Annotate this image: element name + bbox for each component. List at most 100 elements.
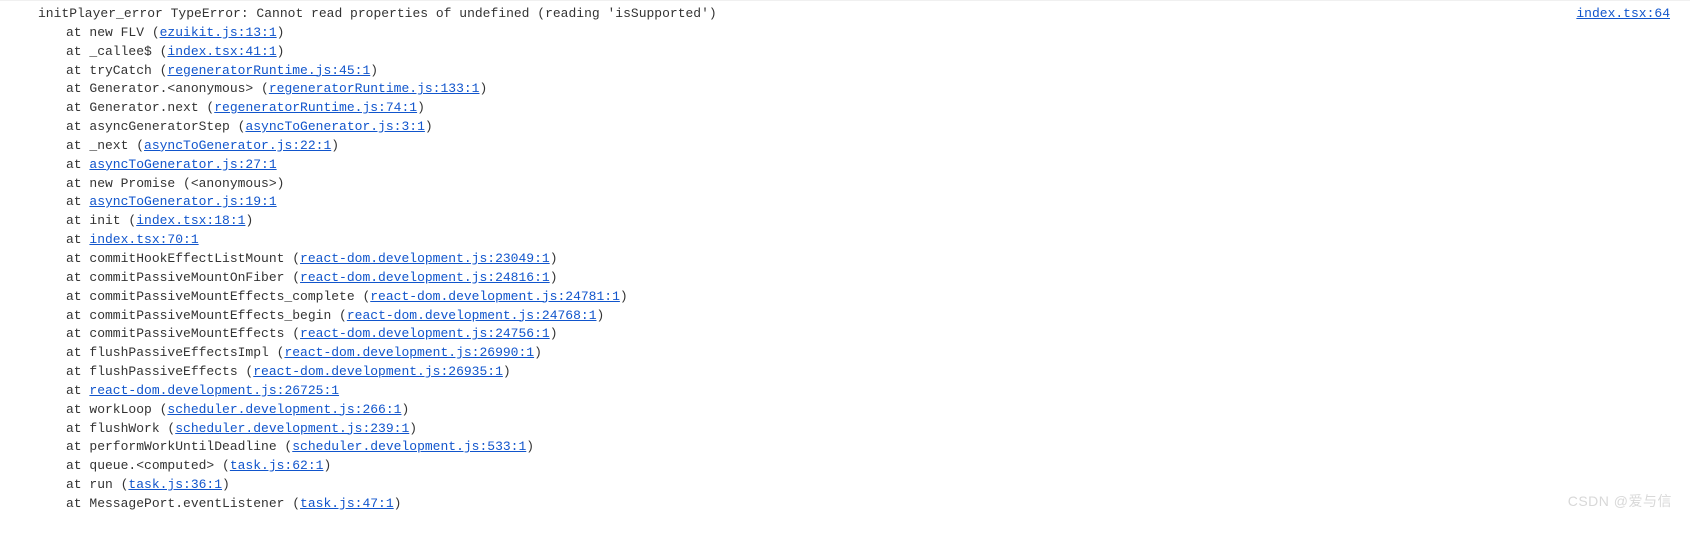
stack-frame-prefix: at flushPassiveEffects ( xyxy=(66,364,253,379)
stack-frame-prefix: at Generator.next ( xyxy=(66,100,214,115)
stack-frame-prefix: at flushWork ( xyxy=(66,421,175,436)
stack-frame-link[interactable]: asyncToGenerator.js:27:1 xyxy=(89,157,276,172)
stack-frame-suffix: ) xyxy=(277,44,285,59)
stack-frame-link[interactable]: react-dom.development.js:24781:1 xyxy=(370,289,620,304)
stack-frame-suffix: ) xyxy=(479,81,487,96)
stack-frame-suffix: ) xyxy=(425,119,433,134)
stack-frame-prefix: at xyxy=(66,194,89,209)
stack-frame-link[interactable]: regeneratorRuntime.js:74:1 xyxy=(214,100,417,115)
stack-frame-prefix: at _callee$ ( xyxy=(66,44,167,59)
stack-frame-link[interactable]: index.tsx:18:1 xyxy=(136,213,245,228)
stack-frame: at flushPassiveEffectsImpl (react-dom.de… xyxy=(10,344,1690,363)
stack-frame-link[interactable]: task.js:36:1 xyxy=(128,477,222,492)
error-header-row: initPlayer_error TypeError: Cannot read … xyxy=(10,5,1690,24)
stack-frame: at index.tsx:70:1 xyxy=(10,231,1690,250)
stack-frame: at queue.<computed> (task.js:62:1) xyxy=(10,457,1690,476)
stack-frame-link[interactable]: react-dom.development.js:26935:1 xyxy=(253,364,503,379)
stack-frame-prefix: at queue.<computed> ( xyxy=(66,458,230,473)
stack-frame: at workLoop (scheduler.development.js:26… xyxy=(10,401,1690,420)
stack-frame-link[interactable]: asyncToGenerator.js:19:1 xyxy=(89,194,276,209)
stack-frame-link[interactable]: react-dom.development.js:24768:1 xyxy=(347,308,597,323)
stack-frame-prefix: at xyxy=(66,383,89,398)
stack-frame: at init (index.tsx:18:1) xyxy=(10,212,1690,231)
stack-frame-link[interactable]: regeneratorRuntime.js:133:1 xyxy=(269,81,480,96)
stack-frame-prefix: at commitPassiveMountEffects ( xyxy=(66,326,300,341)
stack-frame-suffix: ) xyxy=(323,458,331,473)
stack-frame-link[interactable]: scheduler.development.js:533:1 xyxy=(292,439,526,454)
stack-frame-suffix: ) xyxy=(417,100,425,115)
stack-frame-link[interactable]: react-dom.development.js:26725:1 xyxy=(89,383,339,398)
stack-frame-link[interactable]: react-dom.development.js:23049:1 xyxy=(300,251,550,266)
stack-frame-link[interactable]: regeneratorRuntime.js:45:1 xyxy=(167,63,370,78)
stack-frame-suffix: ) xyxy=(550,270,558,285)
stack-frame: at new Promise (<anonymous>) xyxy=(10,175,1690,194)
stack-frame: at new FLV (ezuikit.js:13:1) xyxy=(10,24,1690,43)
stack-frame-prefix: at commitPassiveMountOnFiber ( xyxy=(66,270,300,285)
stack-frame-prefix: at new FLV ( xyxy=(66,25,160,40)
stack-frame-prefix: at Generator.<anonymous> ( xyxy=(66,81,269,96)
stack-frame: at _callee$ (index.tsx:41:1) xyxy=(10,43,1690,62)
stack-frame-link[interactable]: task.js:47:1 xyxy=(300,496,394,511)
stack-frame-suffix: ) xyxy=(550,251,558,266)
stack-frame-suffix: ) xyxy=(394,496,402,511)
stack-frame: at asyncToGenerator.js:19:1 xyxy=(10,193,1690,212)
stack-frame-suffix: ) xyxy=(370,63,378,78)
stack-frame-link[interactable]: index.tsx:41:1 xyxy=(167,44,276,59)
stack-frame-prefix: at flushPassiveEffectsImpl ( xyxy=(66,345,284,360)
stack-frame-link[interactable]: react-dom.development.js:24756:1 xyxy=(300,326,550,341)
stack-trace: at new FLV (ezuikit.js:13:1)at _callee$ … xyxy=(10,24,1690,514)
stack-frame-prefix: at xyxy=(66,232,89,247)
error-source-link[interactable]: index.tsx:64 xyxy=(1576,5,1670,24)
console-error-entry: initPlayer_error TypeError: Cannot read … xyxy=(0,0,1690,518)
stack-frame-suffix: ) xyxy=(409,421,417,436)
stack-frame-prefix: at init ( xyxy=(66,213,136,228)
stack-frame-suffix: ) xyxy=(550,326,558,341)
stack-frame-prefix: at run ( xyxy=(66,477,128,492)
stack-frame-prefix: at new Promise (<anonymous>) xyxy=(66,176,284,191)
stack-frame: at commitPassiveMountEffects_begin (reac… xyxy=(10,307,1690,326)
stack-frame-prefix: at performWorkUntilDeadline ( xyxy=(66,439,292,454)
stack-frame-link[interactable]: scheduler.development.js:239:1 xyxy=(175,421,409,436)
stack-frame: at run (task.js:36:1) xyxy=(10,476,1690,495)
stack-frame: at commitPassiveMountEffects (react-dom.… xyxy=(10,325,1690,344)
stack-frame: at asyncGeneratorStep (asyncToGenerator.… xyxy=(10,118,1690,137)
stack-frame: at Generator.<anonymous> (regeneratorRun… xyxy=(10,80,1690,99)
stack-frame-suffix: ) xyxy=(620,289,628,304)
stack-frame-prefix: at commitPassiveMountEffects_complete ( xyxy=(66,289,370,304)
stack-frame: at flushPassiveEffects (react-dom.develo… xyxy=(10,363,1690,382)
stack-frame-link[interactable]: scheduler.development.js:266:1 xyxy=(167,402,401,417)
stack-frame-link[interactable]: index.tsx:70:1 xyxy=(89,232,198,247)
stack-frame-link[interactable]: react-dom.development.js:26990:1 xyxy=(284,345,534,360)
stack-frame-prefix: at commitPassiveMountEffects_begin ( xyxy=(66,308,347,323)
stack-frame-suffix: ) xyxy=(331,138,339,153)
stack-frame-suffix: ) xyxy=(401,402,409,417)
stack-frame-link[interactable]: asyncToGenerator.js:3:1 xyxy=(245,119,424,134)
stack-frame-suffix: ) xyxy=(503,364,511,379)
stack-frame-prefix: at MessagePort.eventListener ( xyxy=(66,496,300,511)
stack-frame-link[interactable]: ezuikit.js:13:1 xyxy=(160,25,277,40)
stack-frame: at commitPassiveMountOnFiber (react-dom.… xyxy=(10,269,1690,288)
stack-frame-prefix: at tryCatch ( xyxy=(66,63,167,78)
stack-frame-prefix: at _next ( xyxy=(66,138,144,153)
stack-frame-suffix: ) xyxy=(277,25,285,40)
stack-frame-link[interactable]: react-dom.development.js:24816:1 xyxy=(300,270,550,285)
stack-frame: at flushWork (scheduler.development.js:2… xyxy=(10,420,1690,439)
stack-frame: at performWorkUntilDeadline (scheduler.d… xyxy=(10,438,1690,457)
stack-frame: at asyncToGenerator.js:27:1 xyxy=(10,156,1690,175)
stack-frame-prefix: at commitHookEffectListMount ( xyxy=(66,251,300,266)
stack-frame-suffix: ) xyxy=(526,439,534,454)
stack-frame: at commitHookEffectListMount (react-dom.… xyxy=(10,250,1690,269)
stack-frame-link[interactable]: task.js:62:1 xyxy=(230,458,324,473)
stack-frame-prefix: at xyxy=(66,157,89,172)
stack-frame: at _next (asyncToGenerator.js:22:1) xyxy=(10,137,1690,156)
stack-frame-prefix: at asyncGeneratorStep ( xyxy=(66,119,245,134)
stack-frame-suffix: ) xyxy=(222,477,230,492)
stack-frame: at Generator.next (regeneratorRuntime.js… xyxy=(10,99,1690,118)
stack-frame-prefix: at workLoop ( xyxy=(66,402,167,417)
error-message: initPlayer_error TypeError: Cannot read … xyxy=(10,5,717,24)
stack-frame: at commitPassiveMountEffects_complete (r… xyxy=(10,288,1690,307)
stack-frame-suffix: ) xyxy=(597,308,605,323)
stack-frame-link[interactable]: asyncToGenerator.js:22:1 xyxy=(144,138,331,153)
stack-frame: at tryCatch (regeneratorRuntime.js:45:1) xyxy=(10,62,1690,81)
stack-frame: at MessagePort.eventListener (task.js:47… xyxy=(10,495,1690,514)
